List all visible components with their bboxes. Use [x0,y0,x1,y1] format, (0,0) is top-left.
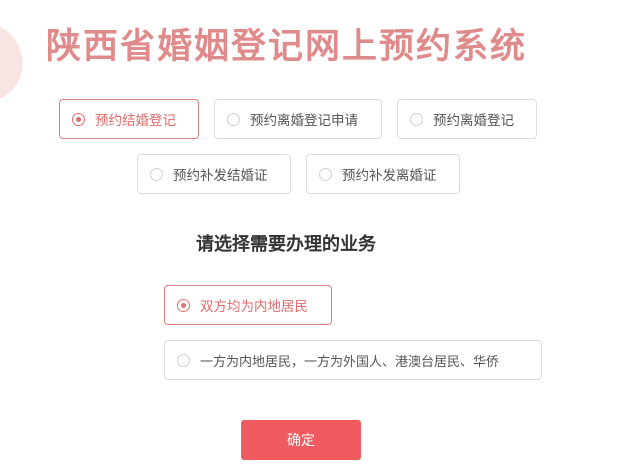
service-option-label: 预约离婚登记申请 [250,113,358,129]
radio-selected-icon[interactable] [177,298,190,312]
business-heading: 请选择需要办理的业务 [196,234,376,255]
radio-unselected-icon[interactable] [150,167,163,181]
service-option-label: 预约补发离婚证 [342,168,437,184]
radio-unselected-icon[interactable] [410,112,423,126]
business-option-label: 一方为内地居民，一方为外国人、港澳台居民、华侨 [200,354,500,370]
service-option-divorce-application[interactable]: 预约离婚登记申请 [214,99,382,139]
service-option-reissue-marriage-certificate[interactable]: 预约补发结婚证 [137,154,291,194]
confirm-button[interactable]: 确定 [241,420,361,460]
page-title: 陕西省婚姻登记网上预约系统 [46,27,528,67]
radio-selected-icon[interactable] [72,112,85,126]
radio-unselected-icon[interactable] [177,353,190,367]
service-option-label: 预约结婚登记 [95,113,176,129]
decorative-shape [0,11,34,109]
business-option-one-foreign[interactable]: 一方为内地居民，一方为外国人、港澳台居民、华侨 [164,340,542,380]
business-option-both-mainland[interactable]: 双方均为内地居民 [164,285,332,325]
radio-unselected-icon[interactable] [227,112,240,126]
service-option-divorce-registration[interactable]: 预约离婚登记 [397,99,537,139]
business-option-label: 双方均为内地居民 [200,299,308,315]
service-option-label: 预约离婚登记 [433,113,514,129]
service-option-label: 预约补发结婚证 [173,168,268,184]
service-option-marriage-registration[interactable]: 预约结婚登记 [59,99,199,139]
radio-unselected-icon[interactable] [319,167,332,181]
service-option-reissue-divorce-certificate[interactable]: 预约补发离婚证 [306,154,460,194]
